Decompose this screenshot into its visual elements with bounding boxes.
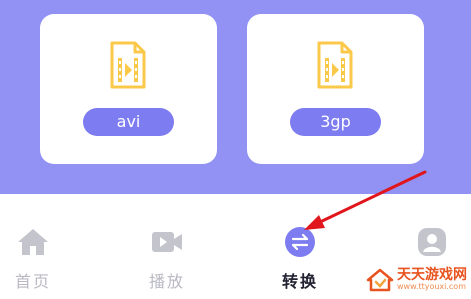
tab-convert[interactable]: 转换: [260, 222, 340, 292]
site-watermark: 天天游戏网 www.ttyouxi.com: [366, 265, 467, 295]
tab-play[interactable]: 播放: [127, 222, 207, 292]
tab-convert-label: 转换: [281, 272, 318, 291]
format-label-avi[interactable]: avi: [83, 108, 174, 136]
format-card-3gp[interactable]: 3gp: [247, 14, 424, 164]
watermark-subtext: www.ttyouxi.com: [397, 282, 466, 291]
format-label-3gp[interactable]: 3gp: [290, 108, 381, 136]
tab-play-label: 播放: [148, 272, 185, 291]
tab-home-label: 首页: [14, 272, 51, 291]
video-camera-icon: [152, 232, 182, 252]
house-logo-icon: [366, 268, 394, 292]
video-file-icon: [317, 41, 353, 89]
home-icon: [18, 229, 48, 255]
profile-icon: [418, 228, 446, 256]
format-grid: avi 3gp: [0, 0, 471, 194]
watermark-text: 天天游戏网: [397, 267, 467, 283]
convert-icon: [285, 227, 315, 257]
video-file-icon: [110, 41, 146, 89]
format-card-avi[interactable]: avi: [40, 14, 217, 164]
tab-home[interactable]: 首页: [0, 222, 73, 292]
